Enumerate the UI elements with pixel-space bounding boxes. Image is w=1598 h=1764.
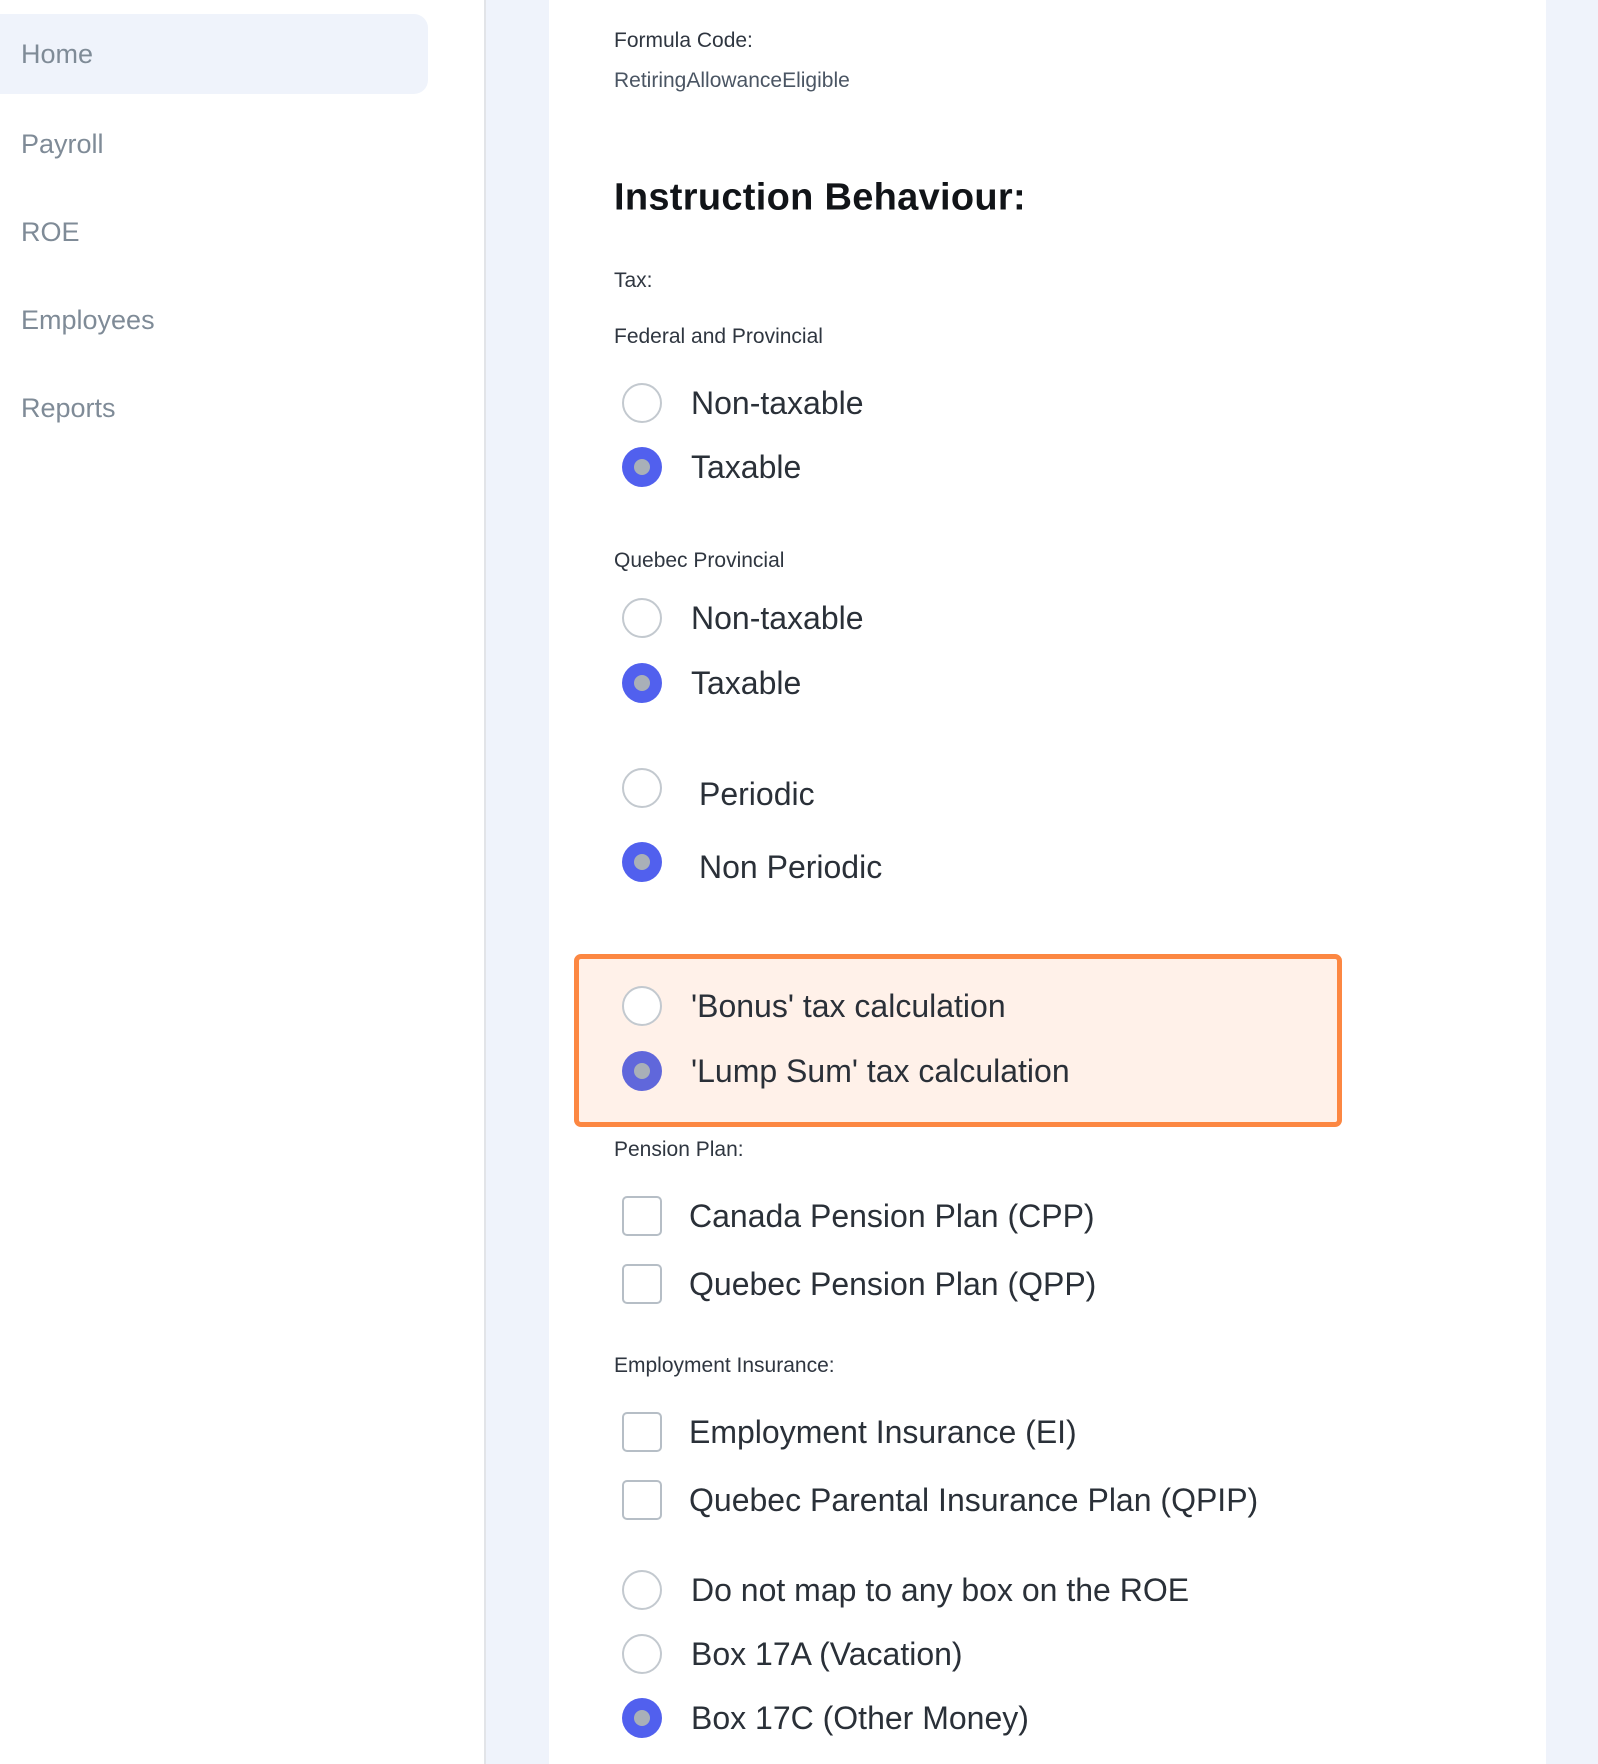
radio-unchecked[interactable] xyxy=(622,986,662,1026)
ei-option[interactable]: Employment Insurance (EI) xyxy=(622,1410,1077,1454)
option-label: Box 17C (Other Money) xyxy=(691,1699,1029,1736)
cpp-option[interactable]: Canada Pension Plan (CPP) xyxy=(622,1194,1095,1238)
quebec-non-taxable-option[interactable]: Non-taxable xyxy=(622,596,864,640)
option-label: Canada Pension Plan (CPP) xyxy=(689,1197,1095,1234)
sidebar-item-payroll[interactable]: Payroll xyxy=(0,104,428,184)
employment-insurance-label: Employment Insurance: xyxy=(614,1354,835,1377)
federal-non-taxable-option[interactable]: Non-taxable xyxy=(622,381,864,425)
qpp-option[interactable]: Quebec Pension Plan (QPP) xyxy=(622,1262,1096,1306)
radio-checked[interactable] xyxy=(622,663,662,703)
option-label: Box 17A (Vacation) xyxy=(691,1635,963,1672)
checkbox-unchecked[interactable] xyxy=(622,1480,662,1520)
checkbox-unchecked[interactable] xyxy=(622,1264,662,1304)
tax-calculation-highlight xyxy=(574,954,1342,1127)
sidebar-item-employees[interactable]: Employees xyxy=(0,280,428,360)
option-label: Non-taxable xyxy=(691,599,864,636)
sidebar: Home Payroll ROE Employees Reports xyxy=(0,0,486,1764)
option-label: Quebec Pension Plan (QPP) xyxy=(689,1265,1097,1302)
sidebar-item-home[interactable]: Home xyxy=(0,14,428,94)
option-label: 'Lump Sum' tax calculation xyxy=(691,1052,1070,1089)
option-label: Do not map to any box on the ROE xyxy=(691,1571,1190,1608)
option-label: Non Periodic xyxy=(699,849,883,885)
roe-box-17a-option[interactable]: Box 17A (Vacation) xyxy=(622,1632,963,1676)
section-heading: Instruction Behaviour: xyxy=(614,176,1026,219)
sidebar-item-label: Home xyxy=(21,38,94,69)
option-label: Employment Insurance (EI) xyxy=(689,1413,1077,1450)
sidebar-item-label: Payroll xyxy=(21,128,104,159)
radio-checked[interactable] xyxy=(622,842,662,882)
periodic-option[interactable]: Periodic xyxy=(622,766,815,812)
roe-no-map-option[interactable]: Do not map to any box on the ROE xyxy=(622,1568,1189,1612)
bonus-tax-calculation-option[interactable]: 'Bonus' tax calculation xyxy=(622,984,1006,1028)
option-label: Non-taxable xyxy=(691,384,864,421)
sidebar-item-roe[interactable]: ROE xyxy=(0,192,428,272)
radio-checked[interactable] xyxy=(622,1698,662,1738)
radio-unchecked[interactable] xyxy=(622,598,662,638)
option-label: Periodic xyxy=(699,776,815,812)
lump-sum-tax-calculation-option[interactable]: 'Lump Sum' tax calculation xyxy=(622,1049,1070,1093)
sidebar-item-label: Reports xyxy=(21,392,116,423)
sidebar-item-label: ROE xyxy=(21,216,80,247)
non-periodic-option[interactable]: Non Periodic xyxy=(622,840,883,885)
federal-provincial-label: Federal and Provincial xyxy=(614,325,823,348)
option-label: Quebec Parental Insurance Plan (QPIP) xyxy=(689,1481,1259,1518)
pension-plan-label: Pension Plan: xyxy=(614,1138,744,1161)
radio-checked[interactable] xyxy=(622,1051,662,1091)
option-label: 'Bonus' tax calculation xyxy=(691,987,1006,1024)
sidebar-item-label: Employees xyxy=(21,304,155,335)
checkbox-unchecked[interactable] xyxy=(622,1196,662,1236)
sidebar-item-reports[interactable]: Reports xyxy=(0,368,428,448)
radio-checked[interactable] xyxy=(622,447,662,487)
quebec-provincial-label: Quebec Provincial xyxy=(614,549,785,572)
formula-code-value: RetiringAllowanceEligible xyxy=(614,69,850,92)
roe-box-17c-option[interactable]: Box 17C (Other Money) xyxy=(622,1696,1029,1740)
checkbox-unchecked[interactable] xyxy=(622,1412,662,1452)
federal-taxable-option[interactable]: Taxable xyxy=(622,445,801,489)
radio-unchecked[interactable] xyxy=(622,383,662,423)
radio-unchecked[interactable] xyxy=(622,768,662,808)
qpip-option[interactable]: Quebec Parental Insurance Plan (QPIP) xyxy=(622,1478,1258,1522)
radio-unchecked[interactable] xyxy=(622,1634,662,1674)
formula-code-label: Formula Code: xyxy=(614,29,753,52)
radio-unchecked[interactable] xyxy=(622,1570,662,1610)
tax-label: Tax: xyxy=(614,269,653,292)
quebec-taxable-option[interactable]: Taxable xyxy=(622,661,801,705)
option-label: Taxable xyxy=(691,664,802,701)
option-label: Taxable xyxy=(691,448,802,485)
